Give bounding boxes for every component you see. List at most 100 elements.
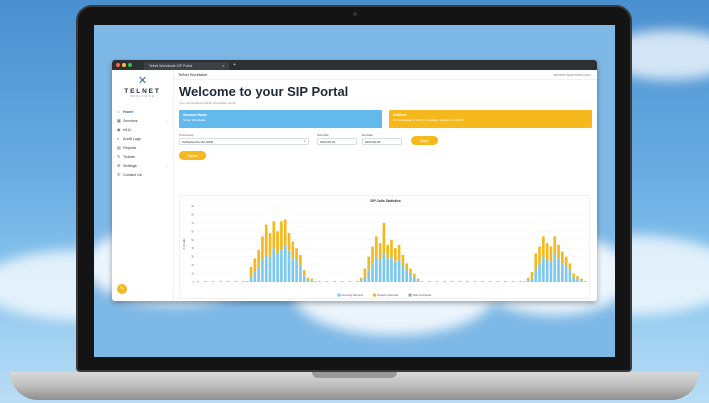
content: Welcome to your SIP Portal Your personal…: [174, 80, 597, 164]
bar-outgoing: [276, 231, 279, 254]
tab-close-icon[interactable]: ×: [222, 64, 224, 68]
close-window-button[interactable]: [116, 63, 120, 67]
bar-outgoing: [219, 281, 223, 282]
bar-incoming: [280, 249, 283, 282]
help-button[interactable]: ✎: [117, 284, 127, 294]
chart-svg: SIP Calls Statistics # of Calls 0 10 20 30 40 5…: [182, 199, 587, 297]
bar-incoming: [545, 260, 549, 282]
bar-outgoing: [579, 278, 583, 281]
bar-outgoing: [245, 281, 249, 282]
legend-label: Total Completed: [413, 293, 432, 297]
bar-outgoing: [553, 236, 557, 254]
bar-outgoing: [564, 256, 568, 266]
chevron-down-icon: ▼: [303, 140, 306, 143]
bar-incoming: [572, 276, 576, 282]
start-date-label: Start Date: [317, 134, 329, 137]
browser-tab[interactable]: Telnet Worldwide SIP Portal ×: [144, 62, 229, 70]
bar-incoming: [382, 253, 386, 282]
trunk-select[interactable]: TelNetDevTrunk2-SIPD ▼: [179, 138, 309, 145]
bar-outgoing: [443, 281, 446, 282]
sidebar-item-contact-us[interactable]: ✆ Contact Us: [112, 170, 173, 179]
bar-incoming: [302, 275, 306, 282]
user-menu[interactable]: SPROOUTEARTWW.COM ⌄: [554, 73, 593, 77]
browser-window: Telnet Worldwide SIP Portal × + ✕ TELNET…: [112, 60, 597, 301]
sidebar-item-settings[interactable]: ⚙ Settings ⌄: [112, 161, 173, 170]
new-tab-button[interactable]: +: [233, 62, 236, 68]
end-date-input[interactable]: 2020-06-25: [362, 138, 402, 145]
end-date-value: 2020-06-25: [365, 139, 381, 144]
start-date-value: 2020-06-22: [320, 139, 336, 144]
logo[interactable]: ✕ TELNET WORLDWIDE: [112, 70, 173, 99]
trunk-label: Trunk Group: [179, 134, 194, 137]
bar-outgoing: [545, 243, 549, 261]
export-button[interactable]: Export: [179, 151, 206, 160]
legend-swatch: [373, 293, 376, 297]
bar-outgoing: [576, 276, 579, 279]
bar-outgoing: [450, 281, 454, 282]
bar-outgoing: [249, 266, 253, 277]
account-title: Account Name: [183, 113, 207, 117]
bar-incoming: [268, 256, 272, 282]
maximize-window-button[interactable]: [128, 63, 132, 67]
sidebar-item-reports[interactable]: ▤ Reports: [112, 143, 173, 152]
sidebar-item-label: Audit Logs: [123, 136, 141, 141]
logo-sub: WORLDWIDE: [130, 95, 155, 98]
bar-incoming: [367, 270, 371, 282]
account-card: Account Name Telnet Worldwide: [179, 110, 382, 128]
bar-incoming: [560, 263, 564, 282]
bar-incoming: [310, 280, 314, 282]
bar-outgoing: [306, 277, 310, 281]
bar-outgoing: [196, 281, 200, 282]
bar-outgoing: [412, 273, 416, 277]
minimize-window-button[interactable]: [122, 63, 126, 67]
sidebar-item-services[interactable]: ▦ Services ⌄: [112, 116, 173, 125]
bar-outgoing: [340, 281, 344, 282]
bar-incoming: [287, 251, 291, 282]
start-date-input[interactable]: 2020-06-22: [317, 138, 357, 145]
bar-outgoing: [257, 249, 260, 267]
bar-outgoing: [283, 219, 287, 245]
bar-outgoing: [572, 273, 576, 277]
legend-swatch: [337, 293, 341, 297]
bar-outgoing: [226, 281, 230, 282]
bar-outgoing: [458, 281, 462, 282]
help-icon: ✎: [119, 286, 125, 292]
y-tick-label: 20: [191, 264, 194, 267]
sidebar-item-tickets[interactable]: ✎ Tickets: [112, 152, 173, 161]
bar-outgoing: [204, 281, 207, 282]
bar-outgoing: [318, 281, 321, 282]
sidebar-item-audit-logs[interactable]: ⌕ Audit Logs: [112, 134, 173, 143]
bar-outgoing: [253, 258, 257, 272]
sidebar-item-home[interactable]: ⌂ Home: [112, 107, 173, 116]
laptop-notch: [312, 372, 397, 378]
chart-title: SIP Calls Statistics: [370, 199, 401, 203]
bar-incoming: [579, 280, 583, 282]
bar-outgoing: [390, 239, 393, 257]
bar-outgoing: [314, 281, 317, 282]
bar-outgoing: [378, 243, 382, 261]
bar-outgoing: [234, 281, 238, 282]
logo-name: TELNET: [124, 88, 161, 95]
bar-incoming: [401, 265, 405, 282]
bar-outgoing: [211, 281, 215, 282]
sip-calls-chart: SIP Calls Statistics # of Calls 0 10 20 30 40 5…: [179, 195, 590, 299]
bar-outgoing: [367, 256, 371, 271]
sidebar-item-e911[interactable]: ◉ e911: [112, 125, 173, 134]
bar-incoming: [249, 276, 253, 282]
bar-outgoing: [333, 281, 336, 282]
bar-incoming: [564, 265, 568, 282]
bar-outgoing: [557, 244, 560, 259]
bar-incoming: [363, 276, 367, 282]
bar-outgoing: [538, 246, 541, 264]
bar-incoming: [568, 270, 572, 282]
legend-label: Outgoing Attempts: [377, 293, 399, 297]
legend-swatch: [408, 293, 412, 297]
bar-incoming: [253, 271, 257, 282]
apply-button[interactable]: Apply: [411, 136, 438, 145]
logo-mark-icon: ✕: [137, 75, 148, 87]
bar-incoming: [264, 254, 268, 282]
bar-outgoing: [393, 248, 397, 262]
y-axis-label: # of Calls: [182, 238, 186, 250]
filters: Trunk Group TelNetDevTrunk2-SIPD ▼ Start…: [179, 134, 592, 145]
bar-outgoing: [473, 281, 477, 282]
